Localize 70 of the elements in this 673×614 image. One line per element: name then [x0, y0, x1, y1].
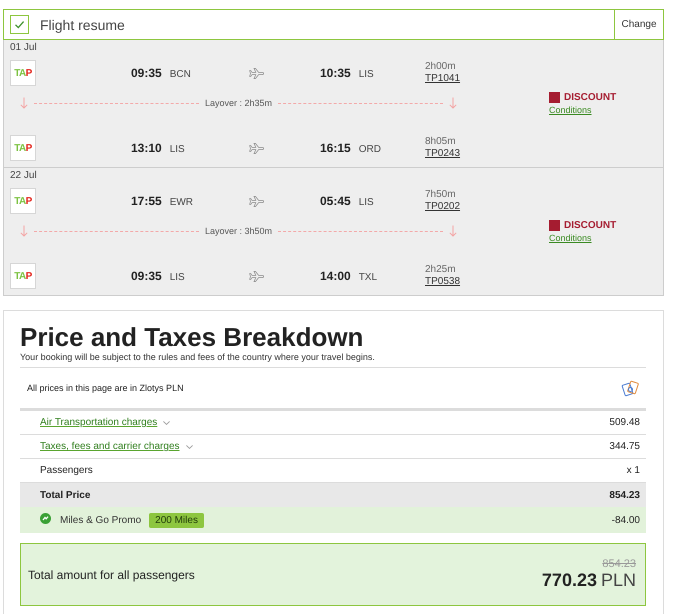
airport-code: EWR: [170, 197, 194, 208]
flight-duration: 2h00m: [425, 61, 456, 73]
departure-time: 13:10: [131, 141, 162, 155]
fare-label: DISCOUNT: [564, 92, 616, 102]
airport-code: ORD: [358, 144, 381, 155]
departure-time: 09:35: [131, 66, 162, 80]
banknotes-icon: [621, 380, 640, 396]
airline-logo: TAP: [10, 135, 36, 161]
fare-label: DISCOUNT: [564, 220, 616, 230]
chevron-down-icon[interactable]: [186, 444, 193, 448]
fare-marker-icon: [549, 92, 560, 102]
flight-number-link[interactable]: TP0243: [425, 148, 460, 160]
currency-code: PLN: [600, 570, 636, 591]
row-label: Passengers: [40, 465, 93, 476]
plane-icon: [248, 270, 264, 282]
amount-value: 509.48: [609, 417, 640, 428]
arrival-time: 05:45: [320, 194, 351, 208]
flight-number-link[interactable]: TP0202: [425, 201, 460, 213]
journey-date: 01 Jul: [10, 42, 38, 54]
price-subtitle: Your booking will be subject to the rules and fees of the country where your travel begins.: [20, 352, 376, 363]
flight-duration: 8h05m: [425, 136, 456, 148]
arrow-down-icon: [20, 225, 28, 237]
checkbox[interactable]: [10, 15, 29, 34]
logo-icon: [40, 512, 51, 524]
layover-text: Layover : 2h35m: [204, 98, 272, 108]
airport-code: TXL: [358, 272, 378, 283]
arrival-time: 10:35: [320, 66, 351, 80]
journey-date: 22 Jul: [10, 170, 38, 182]
amount-value: -84.00: [612, 514, 640, 526]
airline-logo: TAP: [10, 263, 36, 289]
layover-text: Layover : 3h50m: [204, 226, 272, 236]
amount-value: 344.75: [609, 441, 640, 452]
arrival-time: 16:15: [320, 141, 351, 155]
total-amount: 770.23: [542, 570, 597, 591]
charges-toggle-link[interactable]: Taxes, fees and carrier charges: [40, 441, 180, 452]
arrival-time: 14:00: [320, 269, 351, 283]
plane-icon: [248, 68, 264, 78]
plane-icon: [248, 196, 264, 206]
plane-icon: [248, 142, 264, 154]
flight-duration: 2h25m: [425, 264, 456, 276]
flight-number-link[interactable]: TP0538: [425, 276, 460, 288]
airline-logo: TAP: [10, 188, 36, 214]
amount-value: x 1: [626, 465, 640, 476]
airport-code: LIS: [170, 144, 185, 155]
conditions-link[interactable]: Conditions: [549, 232, 616, 242]
amount-value: 854.23: [609, 490, 640, 500]
departure-time: 17:55: [131, 194, 162, 208]
currency-note: All prices in this page are in Zlotys PLN: [27, 383, 184, 393]
airport-code: BCN: [170, 69, 191, 80]
row-label: Miles & Go Promo: [60, 514, 142, 526]
original-price: 854.23: [602, 558, 636, 570]
airport-code: LIS: [358, 197, 374, 208]
flight-duration: 7h50m: [425, 189, 456, 201]
total-amount-label: Total amount for all passengers: [28, 568, 195, 582]
price-title: Price and Taxes Breakdown: [20, 322, 364, 352]
conditions-link[interactable]: Conditions: [549, 104, 616, 114]
row-label: Total Price: [40, 490, 90, 500]
flight-number-link[interactable]: TP1041: [425, 73, 460, 85]
arrow-down-icon: [449, 225, 458, 237]
miles-badge: 200 Miles: [149, 512, 204, 528]
arrow-down-icon: [449, 97, 458, 109]
arrow-down-icon: [20, 97, 28, 109]
airport-code: LIS: [170, 272, 185, 283]
airport-code: LIS: [358, 69, 374, 80]
chevron-down-icon[interactable]: [163, 420, 170, 424]
departure-time: 09:35: [131, 269, 162, 283]
charges-toggle-link[interactable]: Air Transportation charges: [40, 417, 158, 428]
fare-marker-icon: [549, 220, 560, 230]
airline-logo: TAP: [10, 60, 36, 86]
flight-resume-title: Flight resume: [40, 16, 125, 32]
